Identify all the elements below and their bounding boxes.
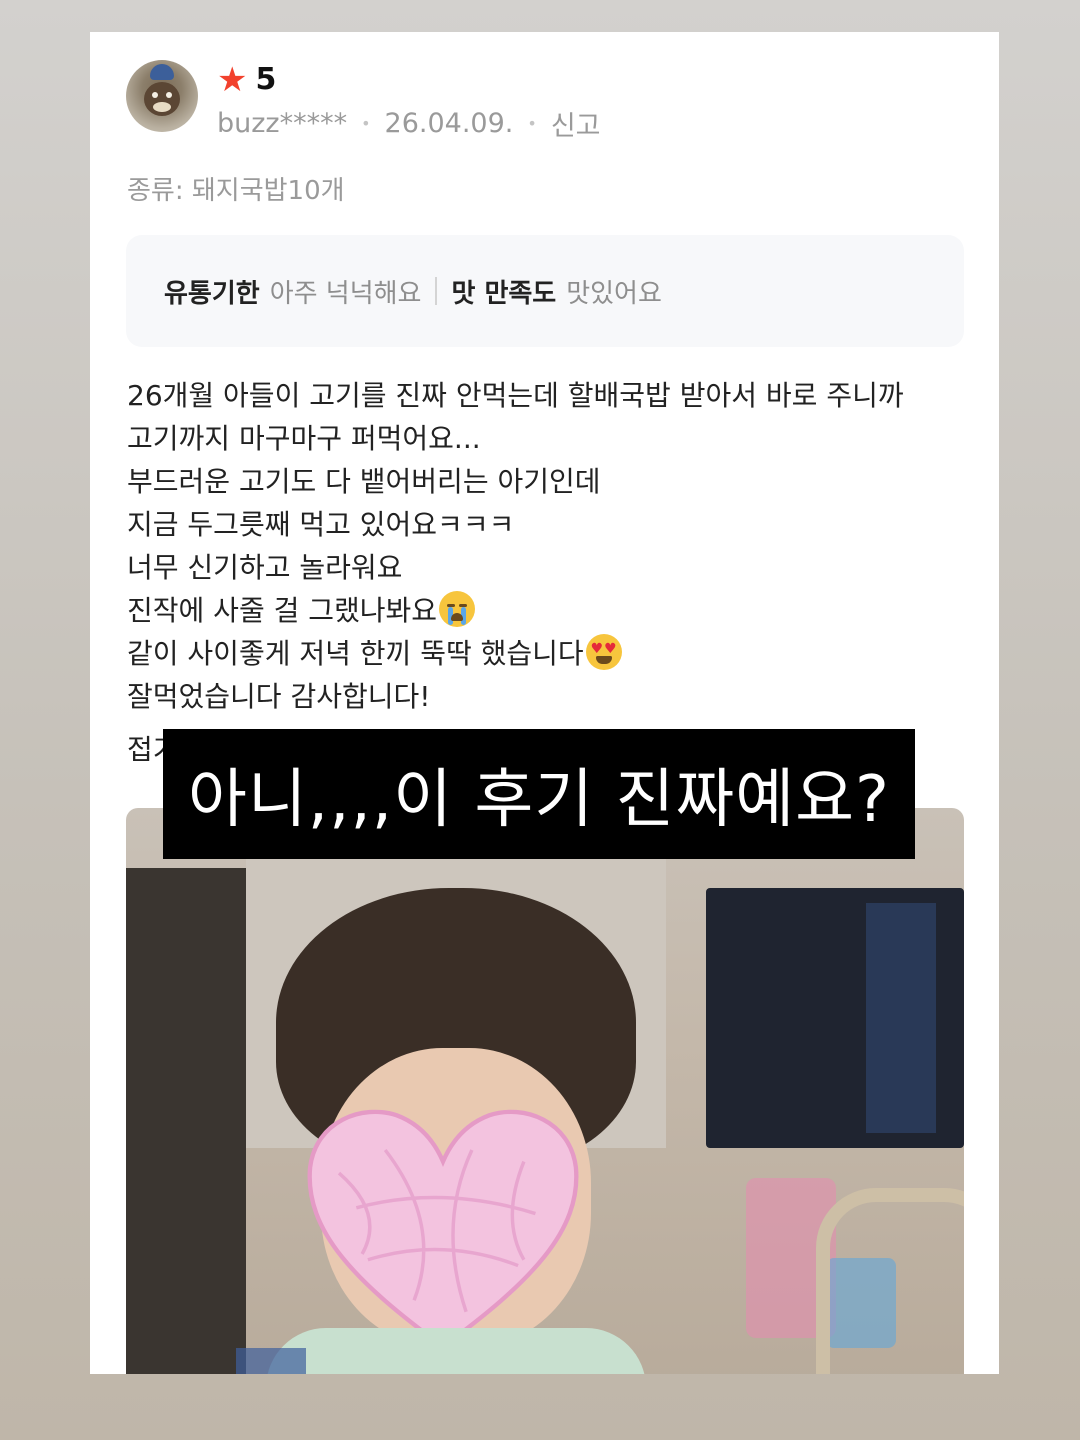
rating-value: 5 [255, 62, 277, 97]
review-line: 잘먹었습니다 감사합니다! [127, 680, 431, 713]
review-line: 26개월 아들이 고기를 진짜 안먹는데 할배국밥 받아서 바로 주니까 [127, 379, 904, 412]
user-avatar[interactable] [126, 60, 198, 132]
separator-dot: • [527, 114, 537, 133]
review-card: ★ 5 buzz***** • 26.04.09. • 신고 종류: 돼지국밥1… [90, 32, 999, 1374]
review-summary-box: 유통기한 아주 넉넉해요 맛 만족도 맛있어요 [126, 235, 964, 347]
review-line: 고기까지 마구마구 퍼먹어요... [127, 422, 481, 455]
heart-eyes-icon: ♥ ♥ [585, 634, 622, 670]
heart-sticker-icon [307, 1109, 579, 1350]
report-link[interactable]: 신고 [551, 104, 601, 143]
summary-key-taste: 맛 만족도 [451, 278, 557, 309]
review-line: 지금 두그릇째 먹고 있어요ㅋㅋㅋ [127, 508, 515, 541]
star-icon: ★ [217, 59, 248, 100]
review-line: 너무 신기하고 놀라워요 [127, 551, 403, 584]
review-meta: buzz***** • 26.04.09. • 신고 [217, 104, 601, 143]
child-shirt [266, 1328, 646, 1374]
caption-overlay: 아니,,,,이 후기 진짜예요? [163, 729, 915, 859]
summary-value-taste: 맛있어요 [566, 278, 662, 309]
review-line-text: 진작에 사줄 걸 그랬나봐요 [127, 594, 438, 627]
review-date: 26.04.09. [384, 108, 514, 139]
product-option: 종류: 돼지국밥10개 [127, 176, 345, 206]
summary-divider [435, 277, 438, 305]
crying-face-icon [439, 591, 476, 627]
review-line: 부드러운 고기도 다 뱉어버리는 아기인데 [127, 465, 601, 498]
username: buzz***** [217, 108, 348, 139]
rating: ★ 5 [217, 62, 276, 97]
review-line: 같이 사이좋게 저녁 한끼 뚝딱 했습니다 ♥ ♥ [127, 632, 967, 675]
review-photo[interactable] [126, 808, 964, 1374]
summary-value-expiry: 아주 넉넉해요 [269, 278, 422, 309]
review-body: 26개월 아들이 고기를 진짜 안먹는데 할배국밥 받아서 바로 주니까 고기까… [127, 374, 967, 718]
separator-dot: • [361, 114, 371, 133]
summary-key-expiry: 유통기한 [164, 278, 260, 309]
review-line: 진작에 사줄 걸 그랬나봐요 [127, 589, 967, 632]
review-line-text: 같이 사이좋게 저녁 한끼 뚝딱 했습니다 [127, 637, 584, 670]
